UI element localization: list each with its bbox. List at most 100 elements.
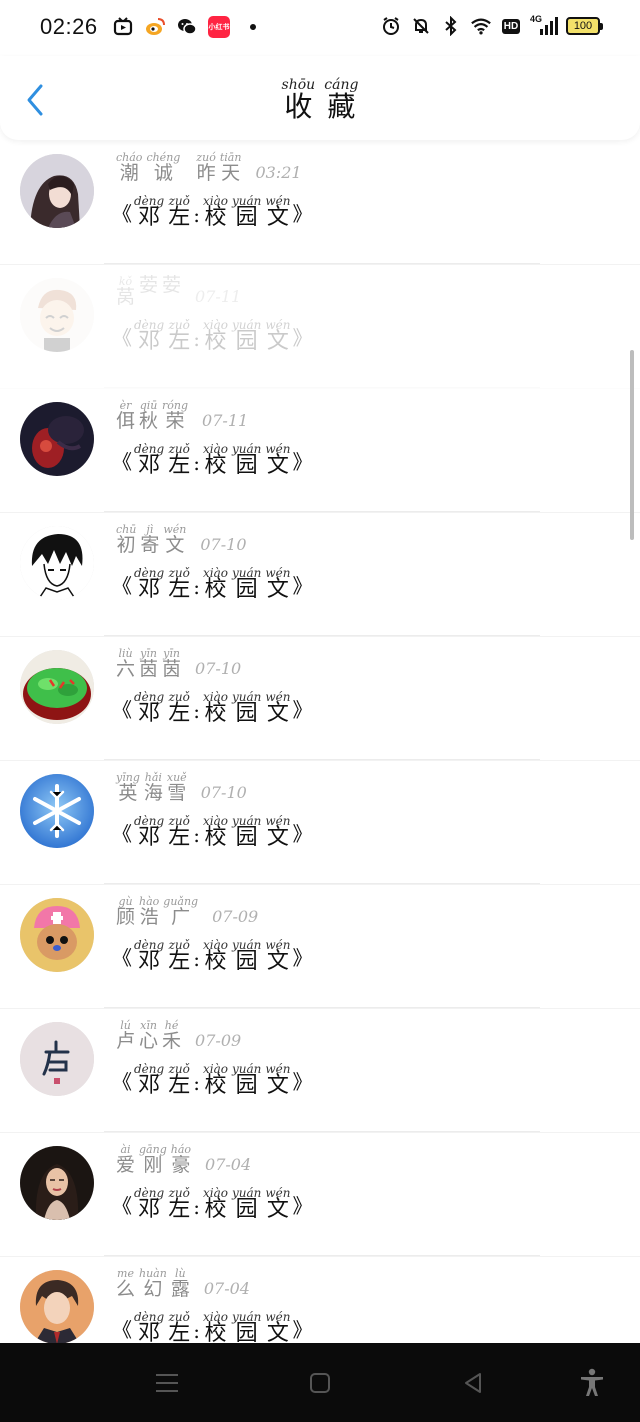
book-open-bracket: 《 [112,822,132,846]
dark-red-photo-avatar[interactable] [20,402,94,476]
ruby-char: qiū 秋 [139,399,159,432]
cartoon-man-avatar[interactable] [20,278,94,352]
author-name[interactable]: me 么 huàn 幻 lù 露 [114,1268,192,1299]
book-title-separator: : [193,1195,200,1219]
menu-button[interactable] [149,1365,185,1401]
book-title-separator: : [193,575,200,599]
item-meta: yīng 英 hǎi 海 xuě 雪 07-10 [114,772,247,803]
ruby-char: wén 文 [265,442,291,478]
ruby-char: yuán 园 [231,938,262,974]
ruby-char: ài 爱 [116,1143,136,1176]
list-item[interactable]: chū 初 jì 寄 wén 文 07-10 《 dèng 邓 zuǒ 左: xiào 校 yuán 园 wén… [0,512,640,637]
ruby-char: gù 顾 [116,895,136,928]
ruby-char: guǎng 广 [163,895,199,928]
book-open-bracket: 《 [112,698,132,722]
bluetooth-icon [440,15,462,37]
author-name[interactable]: cháo 潮 chéng 诚 [114,152,182,183]
book-close-bracket: 》 [292,822,313,846]
calligraphy-lu-avatar[interactable] [20,1022,94,1096]
ruby-char: me 么 [116,1267,136,1300]
ruby-char: jì 寄 [140,523,160,556]
dark-hair-girl-avatar[interactable] [20,154,94,228]
book-title[interactable]: 《 dèng 邓 zuǒ 左: xiào 校 yuán 园 wén 文》 [112,443,312,477]
ruby-char: yuán 园 [231,318,262,354]
book-title[interactable]: 《 dèng 邓 zuǒ 左: xiào 校 yuán 园 wén 文》 [112,319,312,353]
list-item[interactable]: liù 六 yīn 茵 yīn 茵 07-10 《 dèng 邓 zuǒ 左: xiào 校 yuán 园 wé… [0,636,640,761]
author-name[interactable]: lú 卢 xīn 心 hé 禾 [114,1020,183,1051]
author-name[interactable]: kǒ 莴荌荌 [114,276,183,307]
title-char: shōu 收 [281,77,316,123]
book-title[interactable]: 《 dèng 邓 zuǒ 左: xiào 校 yuán 园 wén 文》 [112,195,312,229]
ruby-char: wén 文 [265,194,291,230]
book-open-bracket: 《 [112,946,132,970]
book-title[interactable]: 《 dèng 邓 zuǒ 左: xiào 校 yuán 园 wén 文》 [112,1311,312,1343]
ruby-char: chéng 诚 [146,151,181,184]
author-name[interactable]: ài 爱 gāng 刚 háo 豪 [114,1144,193,1175]
book-title[interactable]: 《 dèng 邓 zuǒ 左: xiào 校 yuán 园 wén 文》 [112,939,312,973]
accessibility-button[interactable] [574,1365,610,1401]
book-close-bracket: 》 [292,1318,313,1342]
author-name[interactable]: yīng 英 hǎi 海 xuě 雪 [114,772,189,803]
ruby-char: yīng 英 [116,771,140,804]
anime-boy-sketch-avatar[interactable] [20,526,94,600]
status-time: 02:26 [40,14,98,39]
ruby-char: yīn 茵 [162,647,182,680]
list-item[interactable]: cháo 潮 chéng 诚 zuó 昨 tiān 天 03:21 《 dèng 邓 zuǒ 左: xiào… [0,140,640,265]
ruby-char: yuán 园 [231,690,262,726]
ruby-char: chū 初 [116,523,137,556]
author-name[interactable]: liù 六 yīn 茵 yīn 茵 [114,648,183,679]
ruby-char: wén 文 [265,938,291,974]
woman-portrait-avatar[interactable] [20,1146,94,1220]
ruby-char: zuǒ 左 [168,318,191,354]
snowflake-avatar[interactable] [20,774,94,848]
ruby-char: zuǒ 左 [168,814,191,850]
ruby-char: yīn 茵 [139,647,159,680]
list-item[interactable]: yīng 英 hǎi 海 xuě 雪 07-10 《 dèng 邓 zuǒ 左: xiào 校 yuán 园 w… [0,760,640,885]
ruby-char: yuán 园 [231,814,262,850]
list-item[interactable]: èr 佴 qiū 秋 róng 荣 07-11 《 dèng 邓 zuǒ 左: xiào 校 yuán 园 wé… [0,388,640,513]
page-title: shōu 收 cáng 藏 [0,78,640,121]
alarm-icon [380,15,402,37]
scrollbar[interactable] [630,350,634,540]
ruby-char: xiào 校 [202,690,228,726]
ruby-char: dèng 邓 [134,566,165,602]
ruby-char: xiào 校 [202,814,228,850]
home-icon [310,1373,330,1393]
book-title[interactable]: 《 dèng 邓 zuǒ 左: xiào 校 yuán 园 wén 文》 [112,691,312,725]
ruby-char: xiào 校 [202,1062,228,1098]
book-title-separator: : [193,203,200,227]
signal-4g-icon: 4G [530,14,558,37]
time-words: zuó 昨 tiān 天 [194,152,243,183]
chopper-cartoon-avatar[interactable] [20,898,94,972]
ruby-char: zuǒ 左 [168,938,191,974]
ruby-char: xiào 校 [202,566,228,602]
author-name[interactable]: gù 顾 hào 浩 guǎng 广 [114,896,200,927]
list-item[interactable]: lú 卢 xīn 心 hé 禾 07-09 《 dèng 邓 zuǒ 左: xiào 校 yuán 园 wén 文… [0,1008,640,1133]
item-time: 07-04 [205,1155,252,1174]
author-name[interactable]: chū 初 jì 寄 wén 文 [114,524,188,555]
list-item[interactable]: ài 爱 gāng 刚 háo 豪 07-04 《 dèng 邓 zuǒ 左: xiào 校 yuán 园 wé… [0,1132,640,1257]
book-title[interactable]: 《 dèng 邓 zuǒ 左: xiào 校 yuán 园 wén 文》 [112,1187,312,1221]
author-name[interactable]: èr 佴 qiū 秋 róng 荣 [114,400,190,431]
book-title[interactable]: 《 dèng 邓 zuǒ 左: xiào 校 yuán 园 wén 文》 [112,815,312,849]
list-item[interactable]: me 么 huàn 幻 lù 露 07-04 《 dèng 邓 zuǒ 左: xiào 校 yuán 园 wén… [0,1256,640,1343]
item-meta: me 么 huàn 幻 lù 露 07-04 [114,1268,250,1299]
list-item[interactable]: kǒ 莴荌荌 07-11 《 dèng 邓 zuǒ 左: xiào 校 yuán 园 wén 文》 [0,264,640,389]
ruby-char: 荌 [139,274,159,296]
back-triangle-icon [465,1373,481,1393]
book-title[interactable]: 《 dèng 邓 zuǒ 左: xiào 校 yuán 园 wén 文》 [112,1063,312,1097]
home-button[interactable] [302,1365,338,1401]
book-open-bracket: 《 [112,326,132,350]
book-title-separator: : [193,699,200,723]
anime-man-suit-avatar[interactable] [20,1270,94,1343]
item-meta: gù 顾 hào 浩 guǎng 广 07-09 [114,896,258,927]
ruby-char: yuán 园 [231,194,262,230]
nav-back-button[interactable] [455,1365,491,1401]
book-title[interactable]: 《 dèng 邓 zuǒ 左: xiào 校 yuán 园 wén 文》 [112,567,312,601]
ruby-char: dèng 邓 [134,690,165,726]
ruby-char: dèng 邓 [134,194,165,230]
list-item[interactable]: gù 顾 hào 浩 guǎng 广 07-09 《 dèng 邓 zuǒ 左: xiào 校 yuán 园 w… [0,884,640,1009]
ruby-char: hǎi 海 [143,771,163,804]
ruby-char: zuǒ 左 [168,1062,191,1098]
salad-bowl-avatar[interactable] [20,650,94,724]
